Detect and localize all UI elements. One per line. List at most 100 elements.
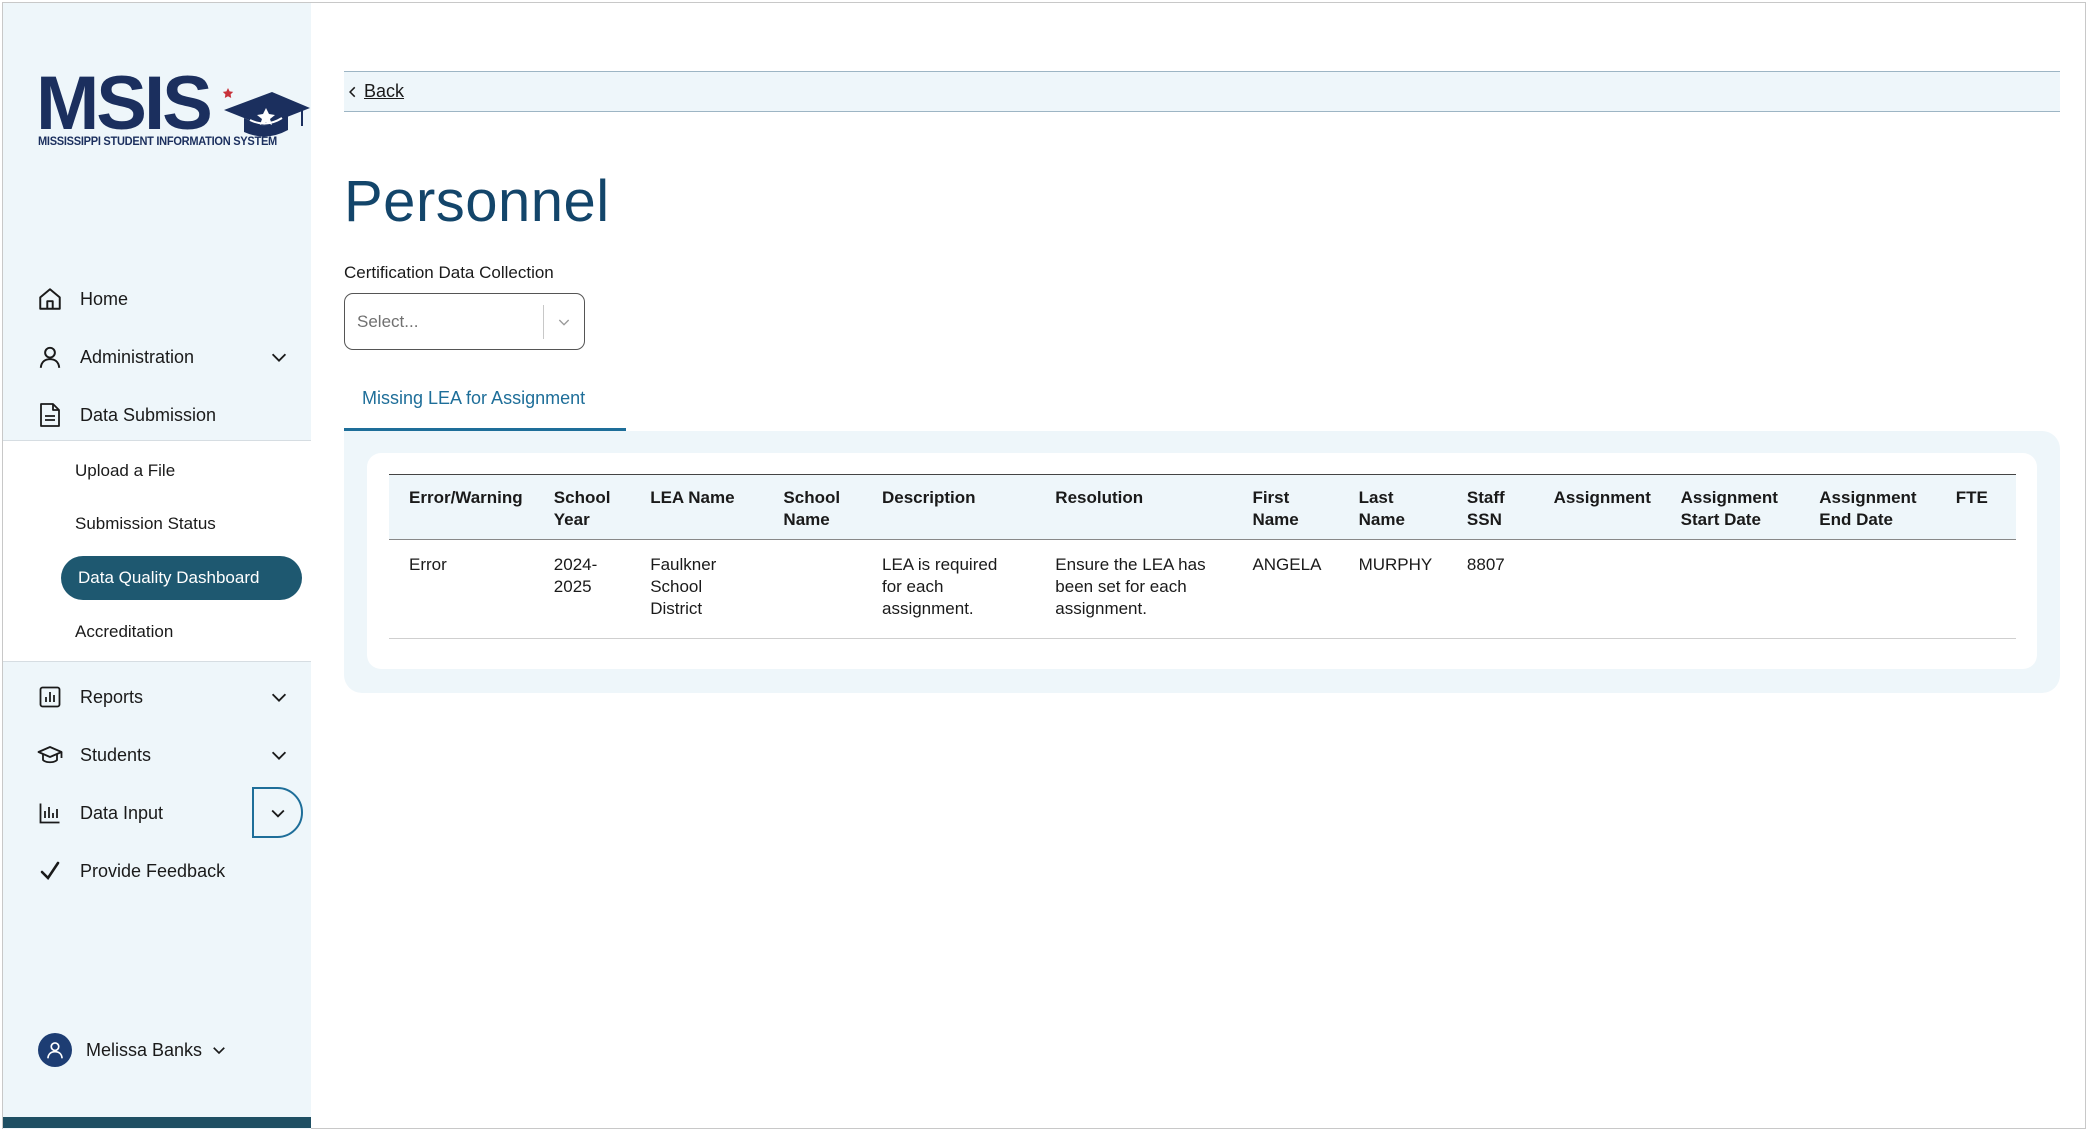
table-cell-text: School bbox=[650, 577, 703, 596]
table-cell: ANGELA bbox=[1232, 540, 1338, 639]
table-cell-text: Error bbox=[409, 555, 447, 574]
bar-chart-icon bbox=[36, 683, 64, 711]
table-cell-text: for each bbox=[881, 577, 944, 596]
nav-students-label: Students bbox=[80, 744, 152, 765]
table-cell bbox=[1661, 540, 1800, 639]
column-header-text: Description bbox=[881, 488, 976, 507]
avatar bbox=[38, 1033, 72, 1067]
chart-input-icon bbox=[36, 799, 64, 827]
back-link[interactable]: Back bbox=[364, 81, 404, 102]
nav-home[interactable]: Home bbox=[36, 279, 306, 319]
column-header-text: End Date bbox=[1819, 510, 1893, 529]
table-cell-text: 2024- bbox=[553, 555, 598, 574]
table-cell bbox=[1936, 540, 2016, 639]
breadcrumb-bar: Back bbox=[344, 71, 2060, 112]
table-cell: 8807 bbox=[1447, 540, 1534, 639]
column-header: LEA Name bbox=[630, 475, 763, 540]
column-header-text: FTE bbox=[1955, 488, 1988, 507]
submenu-accreditation[interactable]: Accreditation bbox=[75, 612, 173, 652]
graduation-cap-icon bbox=[222, 88, 310, 137]
column-header: Resolution bbox=[1035, 475, 1232, 540]
chevron-down-icon[interactable] bbox=[268, 686, 290, 708]
column-header-text: Error/Warning bbox=[409, 488, 523, 507]
nav-reports[interactable]: Reports bbox=[36, 677, 306, 717]
submenu-submission-status[interactable]: Submission Status bbox=[75, 504, 216, 544]
chevron-down-icon bbox=[271, 809, 284, 818]
column-header-text: Staff bbox=[1466, 488, 1505, 507]
chevron-down-icon[interactable] bbox=[268, 346, 290, 368]
table-cell: Ensure the LEA has been set for each assig… bbox=[1035, 540, 1232, 639]
table-cell-text: Ensure the LEA has bbox=[1055, 555, 1206, 574]
table-row[interactable]: Error 2024- 2025 Faulkner School District LEA … bbox=[389, 540, 2016, 639]
nav-provide-feedback[interactable]: Provide Feedback bbox=[36, 851, 306, 891]
submenu-data-quality-dashboard[interactable]: Data Quality Dashboard bbox=[61, 556, 302, 600]
column-header: Last Name bbox=[1339, 475, 1447, 540]
column-header-text: Last bbox=[1358, 488, 1394, 507]
table-cell-text: been set for each bbox=[1055, 577, 1187, 596]
logo-subtitle: MISSISSIPPI STUDENT INFORMATION SYSTEM bbox=[38, 134, 277, 148]
results-table: Error/Warning School Year LEA Name School Nam… bbox=[389, 474, 2016, 639]
column-header-text: First bbox=[1252, 488, 1290, 507]
table-header-row: Error/Warning School Year LEA Name School Nam… bbox=[389, 474, 2016, 540]
column-header-text: Year bbox=[553, 510, 590, 529]
column-header: School Year bbox=[534, 475, 630, 540]
table-cell bbox=[1534, 540, 1661, 639]
user-icon bbox=[36, 343, 64, 371]
column-header-text: Assignment bbox=[1553, 488, 1651, 507]
chevron-down-icon[interactable] bbox=[210, 1041, 228, 1059]
column-header: Error/Warning bbox=[389, 475, 534, 540]
table-body: Error 2024- 2025 Faulkner School District LEA … bbox=[389, 540, 2016, 639]
table-cell bbox=[763, 540, 862, 639]
table-cell: 2024- 2025 bbox=[534, 540, 630, 639]
submenu-upload-file[interactable]: Upload a File bbox=[75, 451, 175, 491]
column-header: Description bbox=[862, 475, 1035, 540]
chevron-down-icon[interactable] bbox=[268, 744, 290, 766]
column-header: FTE bbox=[1936, 475, 2016, 540]
home-icon bbox=[36, 285, 64, 313]
table-cell: Faulkner School District bbox=[630, 540, 763, 639]
column-header: Staff SSN bbox=[1447, 475, 1534, 540]
nav-home-label: Home bbox=[80, 288, 129, 309]
column-header-text: Assignment bbox=[1680, 488, 1778, 507]
chevron-left-icon[interactable] bbox=[346, 85, 360, 99]
user-icon bbox=[47, 1042, 63, 1059]
table-cell-text: assignment. bbox=[881, 599, 974, 618]
nav-reports-label: Reports bbox=[80, 686, 144, 707]
checkmark-icon bbox=[36, 857, 64, 885]
graduation-cap-icon bbox=[36, 741, 64, 769]
column-header-text: Name bbox=[783, 510, 830, 529]
column-header: First Name bbox=[1232, 475, 1338, 540]
tab-missing-lea[interactable]: Missing LEA for Assignment bbox=[344, 388, 626, 431]
nav-data-submission[interactable]: Data Submission bbox=[36, 395, 306, 435]
msis-logo[interactable]: MSIS MISSISSIPPI STUDENT INFORMATION SYS… bbox=[36, 66, 310, 156]
column-header: Assignment Start Date bbox=[1661, 475, 1800, 540]
nav-administration-label: Administration bbox=[80, 346, 195, 367]
nav-data-submission-label: Data Submission bbox=[80, 404, 217, 425]
table-cell-text: ANGELA bbox=[1252, 555, 1322, 574]
column-header-text: School bbox=[783, 488, 841, 507]
column-header: Assignment bbox=[1534, 475, 1661, 540]
collection-label: Certification Data Collection bbox=[344, 263, 554, 282]
page-title: Personnel bbox=[344, 169, 610, 234]
user-name: Melissa Banks bbox=[86, 1039, 203, 1060]
table-cell-text: MURPHY bbox=[1358, 555, 1433, 574]
table-cell-text: LEA is required bbox=[881, 555, 998, 574]
nav-data-input-label: Data Input bbox=[80, 802, 164, 823]
table-cell-text: District bbox=[650, 599, 703, 618]
nav-provide-feedback-label: Provide Feedback bbox=[80, 860, 226, 881]
column-header-text: LEA Name bbox=[650, 488, 735, 507]
table-cell bbox=[1799, 540, 1935, 639]
collection-select[interactable]: Select... bbox=[344, 293, 585, 350]
sidebar-footer-bar bbox=[3, 1117, 311, 1128]
chevron-down-icon[interactable] bbox=[544, 314, 584, 330]
table-cell-text: Faulkner bbox=[650, 555, 717, 574]
nav-administration[interactable]: Administration bbox=[36, 337, 306, 377]
column-header-text: Resolution bbox=[1055, 488, 1144, 507]
user-menu[interactable]: Melissa Banks bbox=[38, 1032, 228, 1068]
table-cell: Error bbox=[389, 540, 534, 639]
nav-students[interactable]: Students bbox=[36, 735, 306, 775]
column-header: School Name bbox=[763, 475, 862, 540]
data-input-expand-button[interactable] bbox=[252, 787, 303, 838]
table-cell: LEA is required for each assignment. bbox=[862, 540, 1035, 639]
column-header-text: Start Date bbox=[1680, 510, 1761, 529]
